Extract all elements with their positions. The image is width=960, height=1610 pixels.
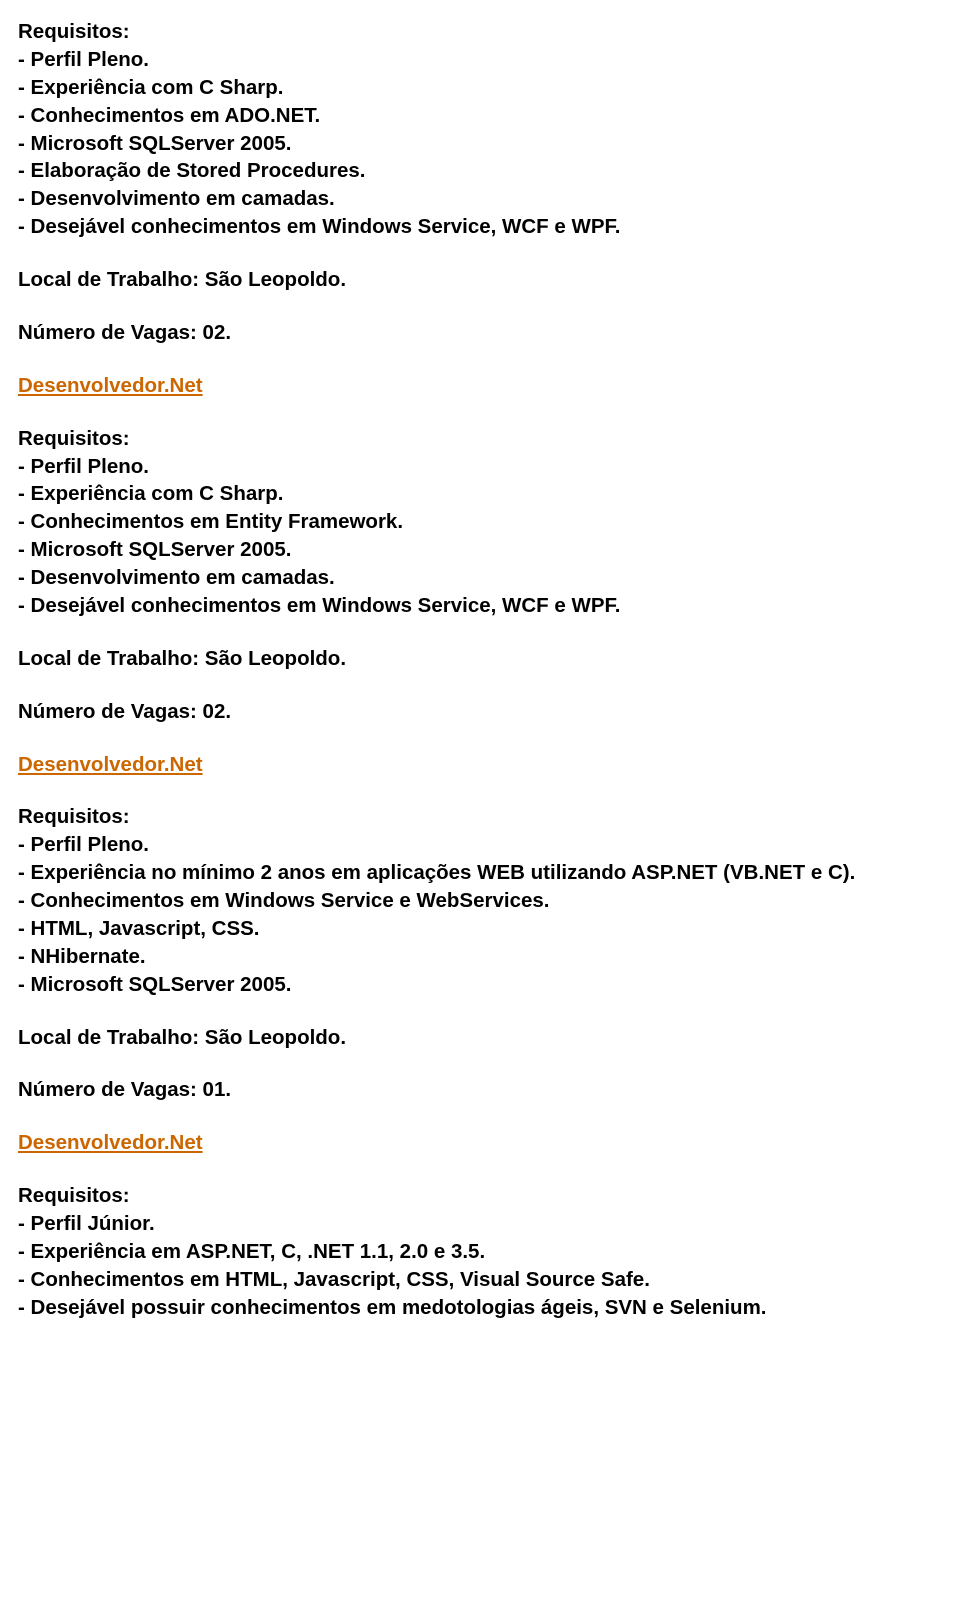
requirement-item: - Conhecimentos em Windows Service e Web… (18, 887, 942, 915)
requirements-block: Requisitos: - Perfil Pleno. - Experiênci… (18, 18, 942, 241)
requirements-label: Requisitos: (18, 425, 942, 453)
vacancy-count: Número de Vagas: 02. (18, 698, 942, 726)
requirement-item: - Conhecimentos em HTML, Javascript, CSS… (18, 1266, 942, 1294)
job-title-link[interactable]: Desenvolvedor.Net (18, 1129, 942, 1157)
requirement-item: - Microsoft SQLServer 2005. (18, 130, 942, 158)
requirement-item: - Conhecimentos em ADO.NET. (18, 102, 942, 130)
requirements-block: Requisitos: - Perfil Júnior. - Experiênc… (18, 1182, 942, 1321)
job-title-link[interactable]: Desenvolvedor.Net (18, 372, 942, 400)
requirement-item: - HTML, Javascript, CSS. (18, 915, 942, 943)
requirement-item: - Experiência com C Sharp. (18, 74, 942, 102)
requirements-label: Requisitos: (18, 18, 942, 46)
requirement-item: - Desenvolvimento em camadas. (18, 564, 942, 592)
requirement-item: - Desenvolvimento em camadas. (18, 185, 942, 213)
work-location: Local de Trabalho: São Leopoldo. (18, 1024, 942, 1052)
requirement-item: - Experiência em ASP.NET, C, .NET 1.1, 2… (18, 1238, 942, 1266)
vacancy-count: Número de Vagas: 02. (18, 319, 942, 347)
requirement-item: - Microsoft SQLServer 2005. (18, 971, 942, 999)
work-location: Local de Trabalho: São Leopoldo. (18, 645, 942, 673)
requirement-item: - Conhecimentos em Entity Framework. (18, 508, 942, 536)
requirement-item: - Desejável conhecimentos em Windows Ser… (18, 213, 942, 241)
work-location: Local de Trabalho: São Leopoldo. (18, 266, 942, 294)
requirement-item: - Desejável conhecimentos em Windows Ser… (18, 592, 942, 620)
requirement-item: - Experiência no mínimo 2 anos em aplica… (18, 859, 942, 887)
requirement-item: - Perfil Pleno. (18, 46, 942, 74)
requirement-item: - Elaboração de Stored Procedures. (18, 157, 942, 185)
requirement-item: - NHibernate. (18, 943, 942, 971)
vacancy-count: Número de Vagas: 01. (18, 1076, 942, 1104)
job-title-link[interactable]: Desenvolvedor.Net (18, 751, 942, 779)
requirements-label: Requisitos: (18, 803, 942, 831)
requirement-item: - Perfil Júnior. (18, 1210, 942, 1238)
requirements-block: Requisitos: - Perfil Pleno. - Experiênci… (18, 425, 942, 620)
requirement-item: - Microsoft SQLServer 2005. (18, 536, 942, 564)
requirement-item: - Desejável possuir conhecimentos em med… (18, 1294, 942, 1322)
requirements-block: Requisitos: - Perfil Pleno. - Experiênci… (18, 803, 942, 998)
requirement-item: - Perfil Pleno. (18, 453, 942, 481)
requirements-label: Requisitos: (18, 1182, 942, 1210)
requirement-item: - Experiência com C Sharp. (18, 480, 942, 508)
requirement-item: - Perfil Pleno. (18, 831, 942, 859)
